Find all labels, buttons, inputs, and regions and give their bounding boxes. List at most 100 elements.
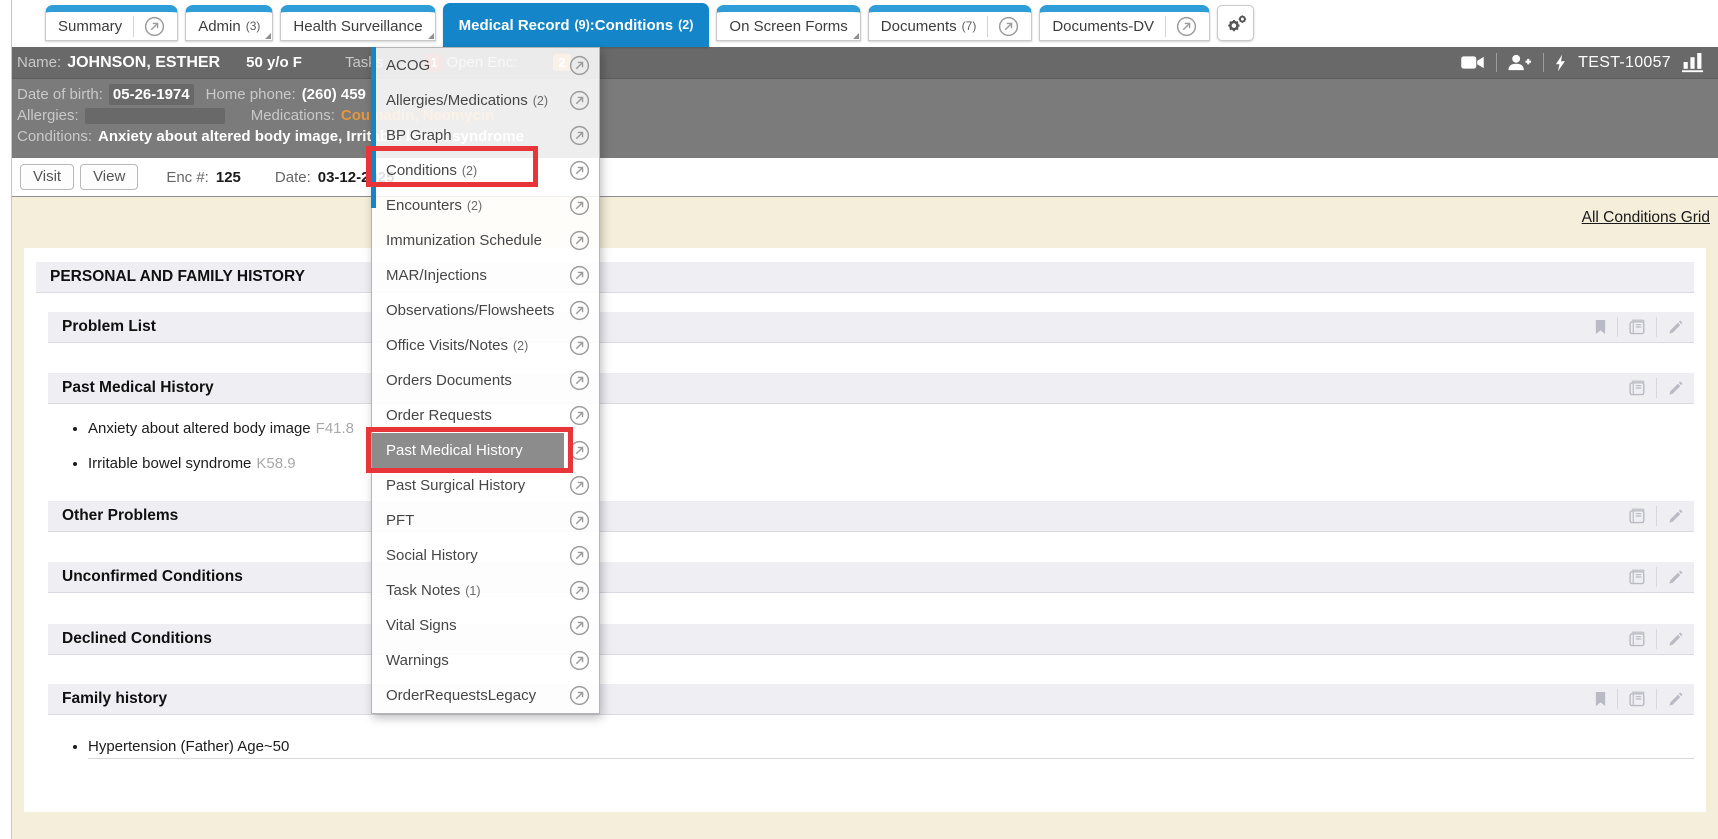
open-new-window-button[interactable] (569, 265, 590, 286)
tab-on-screen-forms[interactable]: On Screen Forms (716, 5, 860, 41)
menu-item-mar-injections[interactable]: MAR/Injections (372, 258, 599, 293)
tab-admin[interactable]: Admin (3) (185, 5, 273, 41)
patient-age-sex: 50 y/o F (246, 54, 302, 71)
menu-item-label: OrderRequestsLegacy (386, 687, 536, 704)
tab-count: (7) (962, 19, 977, 33)
open-new-window-button[interactable] (569, 580, 590, 601)
edit-icon[interactable] (1666, 692, 1684, 707)
notes-icon[interactable] (1627, 569, 1647, 585)
tab-health-surveillance[interactable]: Health Surveillance (280, 5, 435, 41)
menu-item-encounters[interactable]: Encounters(2) (372, 188, 599, 223)
open-new-window-button[interactable] (569, 335, 590, 356)
menu-item-office-visits-notes[interactable]: Office Visits/Notes(2) (372, 328, 599, 363)
medications-label: Medications: (251, 105, 335, 126)
settings-button[interactable] (1217, 5, 1254, 41)
open-new-window-button[interactable] (987, 16, 1019, 37)
enc-number-label: Enc #: (166, 169, 209, 186)
list-item: Hypertension (Father) Age~50 (88, 738, 1694, 755)
open-new-window-button[interactable] (569, 125, 590, 146)
menu-item-pft[interactable]: PFT (372, 503, 599, 538)
open-new-window-button[interactable] (1165, 16, 1197, 37)
menu-item-orderrequestslegacy[interactable]: OrderRequestsLegacy (372, 678, 599, 713)
section-actions (1593, 317, 1684, 337)
edit-icon[interactable] (1666, 381, 1684, 396)
tab-documents[interactable]: Documents (7) (868, 5, 1033, 41)
arrow-circle-icon (1176, 16, 1197, 37)
menu-item-past-surgical-history[interactable]: Past Surgical History (372, 468, 599, 503)
open-new-window-button[interactable] (569, 230, 590, 251)
menu-item-acog[interactable]: ACOG (372, 48, 599, 83)
menu-item-label: Task Notes (386, 582, 460, 599)
menu-item-label: ACOG (386, 57, 430, 74)
notes-icon[interactable] (1627, 319, 1647, 335)
divider (1617, 317, 1618, 337)
edit-icon[interactable] (1666, 632, 1684, 647)
bookmark-icon[interactable] (1593, 691, 1608, 707)
tab-summary[interactable]: Summary (45, 5, 178, 41)
add-person-icon[interactable] (1508, 54, 1532, 71)
tab-medical-record[interactable]: Medical Record (9) :Conditions (2) (443, 3, 710, 47)
arrow-circle-icon (569, 475, 590, 496)
section-header-personal-and-family-history: PERSONAL AND FAMILY HISTORY (36, 262, 1694, 293)
notes-icon[interactable] (1627, 380, 1647, 396)
chart-icon[interactable] (1681, 52, 1704, 73)
open-new-window-button[interactable] (569, 685, 590, 706)
edit-icon[interactable] (1666, 509, 1684, 524)
arrow-circle-icon (569, 300, 590, 321)
open-new-window-button[interactable] (569, 475, 590, 496)
menu-item-allergies-medications[interactable]: Allergies/Medications(2) (372, 83, 599, 118)
tab-documents-dv[interactable]: Documents-DV (1039, 5, 1210, 41)
open-new-window-button[interactable] (569, 615, 590, 636)
menu-item-label: Encounters (386, 197, 462, 214)
all-conditions-grid-link[interactable]: All Conditions Grid (1582, 209, 1710, 227)
notes-icon[interactable] (1627, 631, 1647, 647)
open-new-window-button[interactable] (569, 195, 590, 216)
open-new-window-button[interactable] (133, 16, 165, 37)
menu-item-task-notes[interactable]: Task Notes(1) (372, 573, 599, 608)
arrow-circle-icon (569, 405, 590, 426)
open-new-window-button[interactable] (569, 90, 590, 111)
menu-item-social-history[interactable]: Social History (372, 538, 599, 573)
menu-item-orders-documents[interactable]: Orders Documents (372, 363, 599, 398)
edit-icon[interactable] (1666, 320, 1684, 335)
section-past-medical-history: Past Medical History (48, 373, 1694, 404)
tab-label: Summary (58, 18, 122, 35)
view-button[interactable]: View (80, 164, 138, 190)
section-title: Declined Conditions (62, 630, 212, 648)
arrow-circle-icon (569, 195, 590, 216)
notes-icon[interactable] (1627, 691, 1647, 707)
open-new-window-button[interactable] (569, 405, 590, 426)
section-title: Other Problems (62, 507, 178, 525)
visit-button[interactable]: Visit (20, 164, 74, 190)
menu-item-label: Orders Documents (386, 372, 512, 389)
home-phone-value: (260) 459 (302, 84, 366, 105)
video-call-icon[interactable] (1460, 55, 1485, 70)
condition-text: Hypertension (Father) Age~50 (88, 738, 289, 755)
open-new-window-button[interactable] (569, 160, 590, 181)
personal-family-history-card: PERSONAL AND FAMILY HISTORY Problem List… (24, 248, 1706, 812)
patient-banner-row-1: Name: JOHNSON, ESTHER 50 y/o F Tasks 1 O… (12, 47, 1718, 79)
menu-item-label: Immunization Schedule (386, 232, 542, 249)
menu-item-vital-signs[interactable]: Vital Signs (372, 608, 599, 643)
bookmark-icon[interactable] (1593, 319, 1608, 335)
menu-item-immunization-schedule[interactable]: Immunization Schedule (372, 223, 599, 258)
open-new-window-button[interactable] (569, 55, 590, 76)
open-new-window-button[interactable] (569, 370, 590, 391)
menu-item-warnings[interactable]: Warnings (372, 643, 599, 678)
lightning-icon[interactable] (1555, 54, 1566, 72)
edit-icon[interactable] (1666, 570, 1684, 585)
open-new-window-button[interactable] (569, 300, 590, 321)
arrow-circle-icon (569, 90, 590, 111)
menu-item-label: Office Visits/Notes (386, 337, 508, 354)
menu-item-label: Allergies/Medications (386, 92, 528, 109)
notes-icon[interactable] (1627, 508, 1647, 524)
redacted-allergies-value (85, 108, 225, 124)
tab-label: Medical Record (459, 17, 570, 34)
divider (1543, 53, 1544, 72)
open-new-window-button[interactable] (569, 510, 590, 531)
open-new-window-button[interactable] (569, 650, 590, 671)
section-divider (88, 758, 1694, 759)
menu-item-observations-flowsheets[interactable]: Observations/Flowsheets (372, 293, 599, 328)
menu-item-label: Past Surgical History (386, 477, 525, 494)
open-new-window-button[interactable] (569, 545, 590, 566)
